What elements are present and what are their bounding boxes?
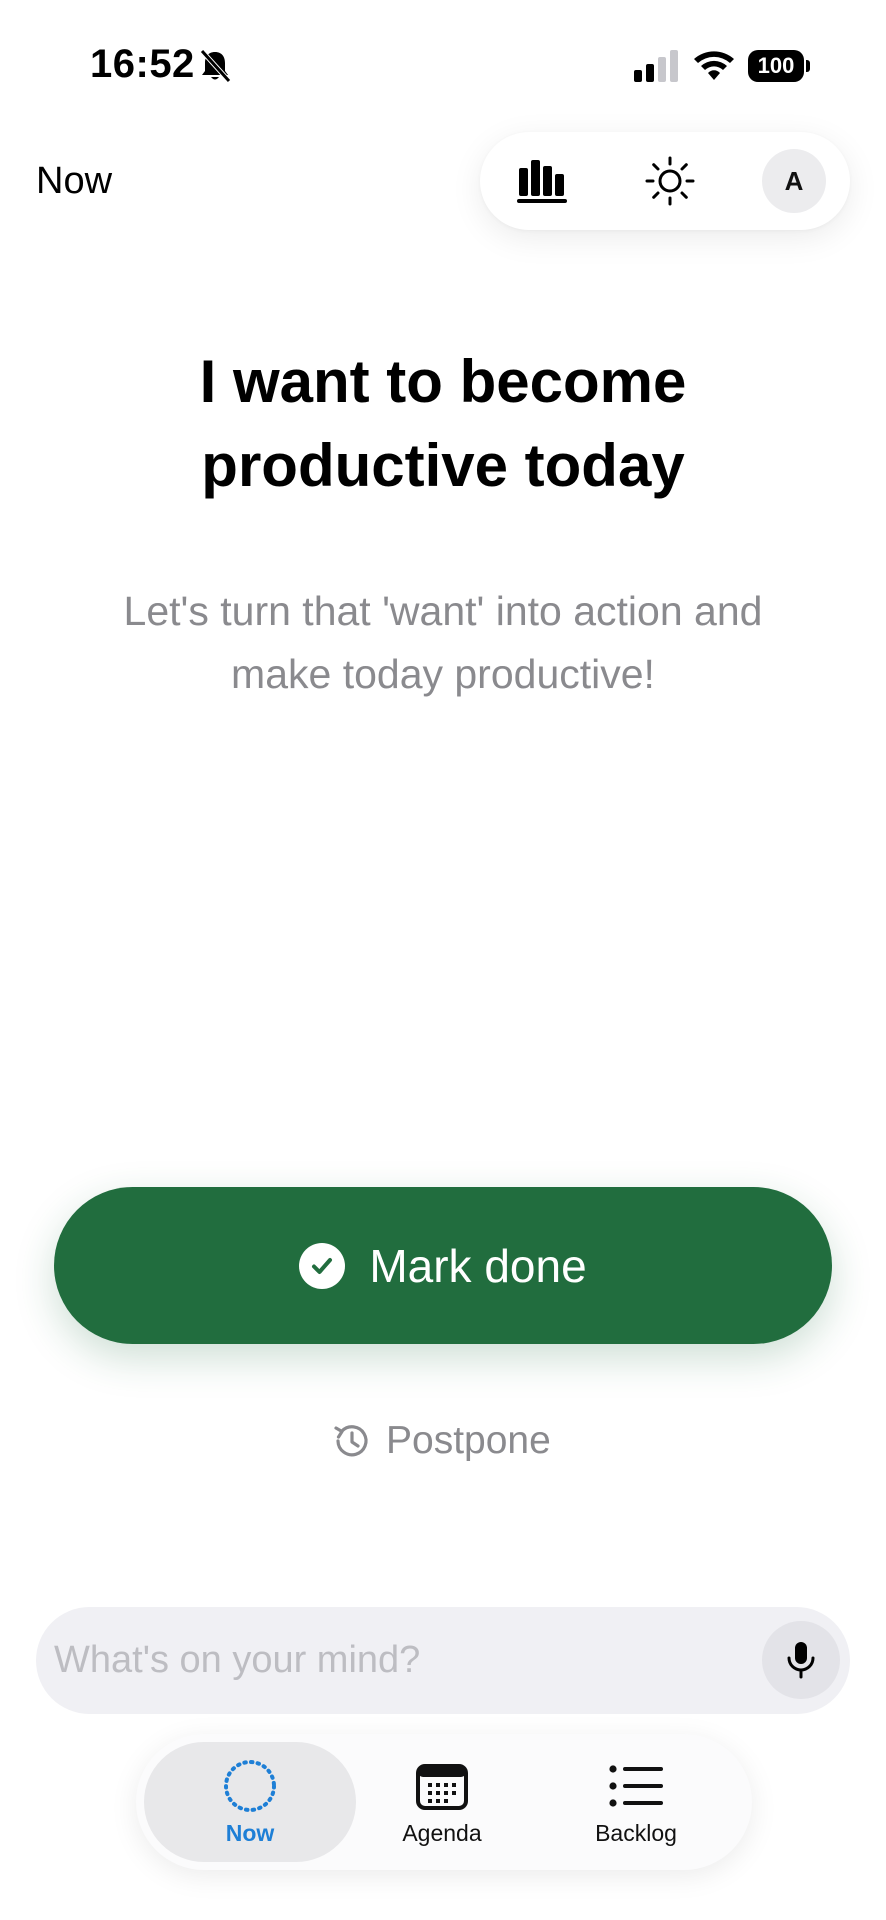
stats-button[interactable] bbox=[492, 132, 592, 230]
history-icon bbox=[334, 1425, 368, 1457]
dotted-circle-icon bbox=[224, 1760, 276, 1812]
wifi-icon bbox=[694, 51, 734, 80]
task-subtitle: Let's turn that 'want' into action and m… bbox=[123, 588, 763, 697]
battery-level: 100 bbox=[748, 50, 804, 82]
tab-now[interactable]: Now bbox=[144, 1742, 356, 1862]
postpone-button[interactable]: Postpone bbox=[330, 1414, 551, 1468]
tab-now-label: Now bbox=[225, 1820, 275, 1846]
stats-icon bbox=[517, 160, 567, 203]
mark-done-button[interactable]: Mark done bbox=[54, 1187, 832, 1344]
signal-icon bbox=[634, 50, 678, 82]
bell-slash-icon bbox=[200, 49, 231, 83]
tab-agenda[interactable]: Agenda bbox=[344, 1742, 540, 1862]
theme-button[interactable] bbox=[620, 132, 720, 230]
microphone-icon bbox=[787, 1642, 815, 1679]
header-actions: A bbox=[480, 132, 850, 230]
status-bar: 16:52 100 bbox=[0, 0, 886, 130]
task-title: I want to become productive today bbox=[199, 348, 687, 499]
check-circle-icon bbox=[299, 1242, 346, 1289]
calendar-icon bbox=[416, 1764, 468, 1810]
sun-icon bbox=[645, 156, 695, 206]
status-time: 16:52 bbox=[90, 42, 195, 86]
mind-input[interactable] bbox=[54, 1607, 754, 1714]
tab-bar: Now Agenda Backlog bbox=[136, 1734, 752, 1870]
microphone-button[interactable] bbox=[762, 1621, 840, 1699]
postpone-label: Postpone bbox=[386, 1419, 551, 1462]
mind-input-container bbox=[36, 1607, 850, 1714]
avatar: A bbox=[762, 149, 826, 213]
list-icon bbox=[609, 1765, 663, 1807]
tab-backlog[interactable]: Backlog bbox=[538, 1742, 734, 1862]
battery-icon: 100 bbox=[748, 50, 810, 82]
mark-done-label: Mark done bbox=[369, 1239, 587, 1292]
tab-agenda-label: Agenda bbox=[402, 1820, 482, 1846]
profile-button[interactable]: A bbox=[744, 132, 844, 230]
tab-backlog-label: Backlog bbox=[595, 1820, 677, 1846]
page-title: Now bbox=[36, 160, 113, 202]
